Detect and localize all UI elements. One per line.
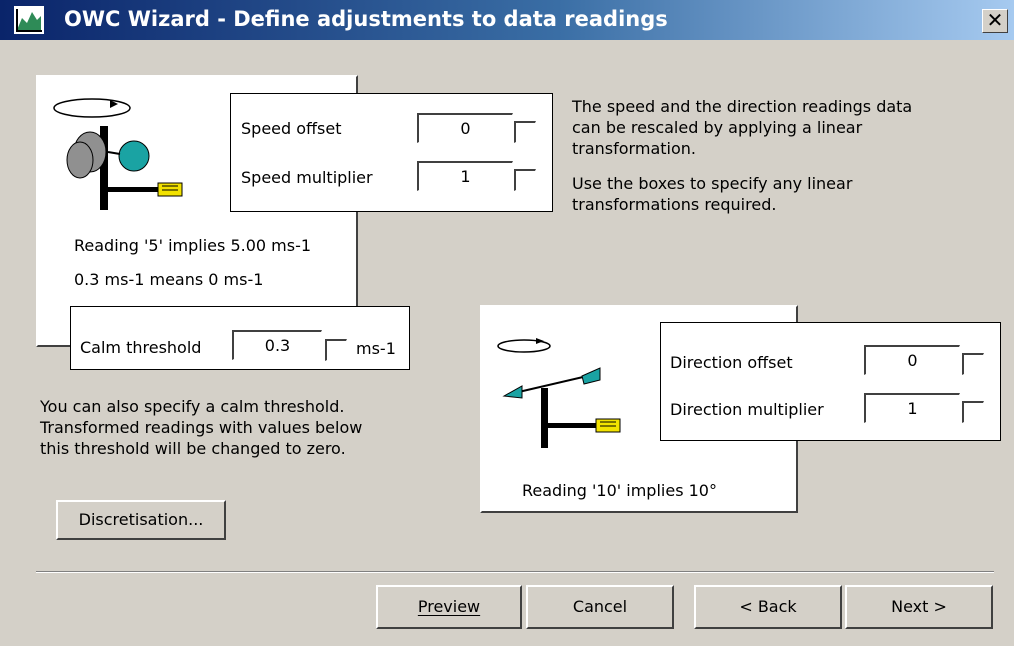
speed-multiplier-checkbox[interactable] xyxy=(514,169,536,191)
owc-chart-icon xyxy=(14,6,44,34)
window-title: OWC Wizard - Define adjustments to data … xyxy=(64,7,668,31)
wind-vane-icon xyxy=(497,338,621,448)
preview-button[interactable]: Preview xyxy=(376,585,522,629)
speed-reading-text: Reading '5' implies 5.00 ms-1 xyxy=(74,236,312,255)
calm-help-line: this threshold will be changed to zero. xyxy=(40,439,346,458)
info-line: Use the boxes to specify any linear xyxy=(572,174,853,193)
separator-highlight xyxy=(36,572,994,573)
calm-help-line: Transformed readings with values below xyxy=(40,418,363,437)
anemometer-icon xyxy=(53,98,183,210)
speed-offset-checkbox[interactable] xyxy=(514,121,536,143)
cancel-button[interactable]: Cancel xyxy=(526,585,674,629)
calm-threshold-label: Calm threshold xyxy=(80,338,202,357)
calm-threshold-unit: ms-1 xyxy=(356,339,396,358)
back-button[interactable]: < Back xyxy=(694,585,842,629)
speed-offset-field[interactable] xyxy=(417,113,513,143)
speed-multiplier-field[interactable] xyxy=(417,161,513,191)
calm-help-line: You can also specify a calm threshold. xyxy=(40,397,345,416)
speed-offset-label: Speed offset xyxy=(241,119,342,138)
next-button[interactable]: Next > xyxy=(845,585,993,629)
calm-help-text: You can also specify a calm threshold. T… xyxy=(40,396,362,459)
info-line: can be rescaled by applying a linear xyxy=(572,118,863,137)
direction-multiplier-checkbox[interactable] xyxy=(962,401,984,423)
info-line: transformations required. xyxy=(572,195,777,214)
discretisation-button[interactable]: Discretisation... xyxy=(56,500,226,540)
calm-threshold-field[interactable] xyxy=(232,330,322,360)
direction-multiplier-field[interactable] xyxy=(864,393,960,423)
calm-threshold-checkbox[interactable] xyxy=(325,339,347,361)
info-text: The speed and the direction readings dat… xyxy=(572,96,912,215)
title-bar: OWC Wizard - Define adjustments to data … xyxy=(0,0,1014,40)
direction-offset-label: Direction offset xyxy=(670,353,793,372)
speed-multiplier-label: Speed multiplier xyxy=(241,168,373,187)
info-line: The speed and the direction readings dat… xyxy=(572,97,913,116)
direction-offset-field[interactable] xyxy=(864,345,960,375)
direction-reading-text: Reading '10' implies 10° xyxy=(522,481,717,500)
direction-offset-checkbox[interactable] xyxy=(962,353,984,375)
direction-multiplier-label: Direction multiplier xyxy=(670,400,824,419)
speed-adjustment-box xyxy=(230,93,553,212)
direction-adjustment-box xyxy=(660,322,1001,441)
speed-threshold-text: 0.3 ms-1 means 0 ms-1 xyxy=(74,270,264,289)
close-button[interactable]: ✕ xyxy=(982,9,1008,33)
info-line: transformation. xyxy=(572,139,696,158)
